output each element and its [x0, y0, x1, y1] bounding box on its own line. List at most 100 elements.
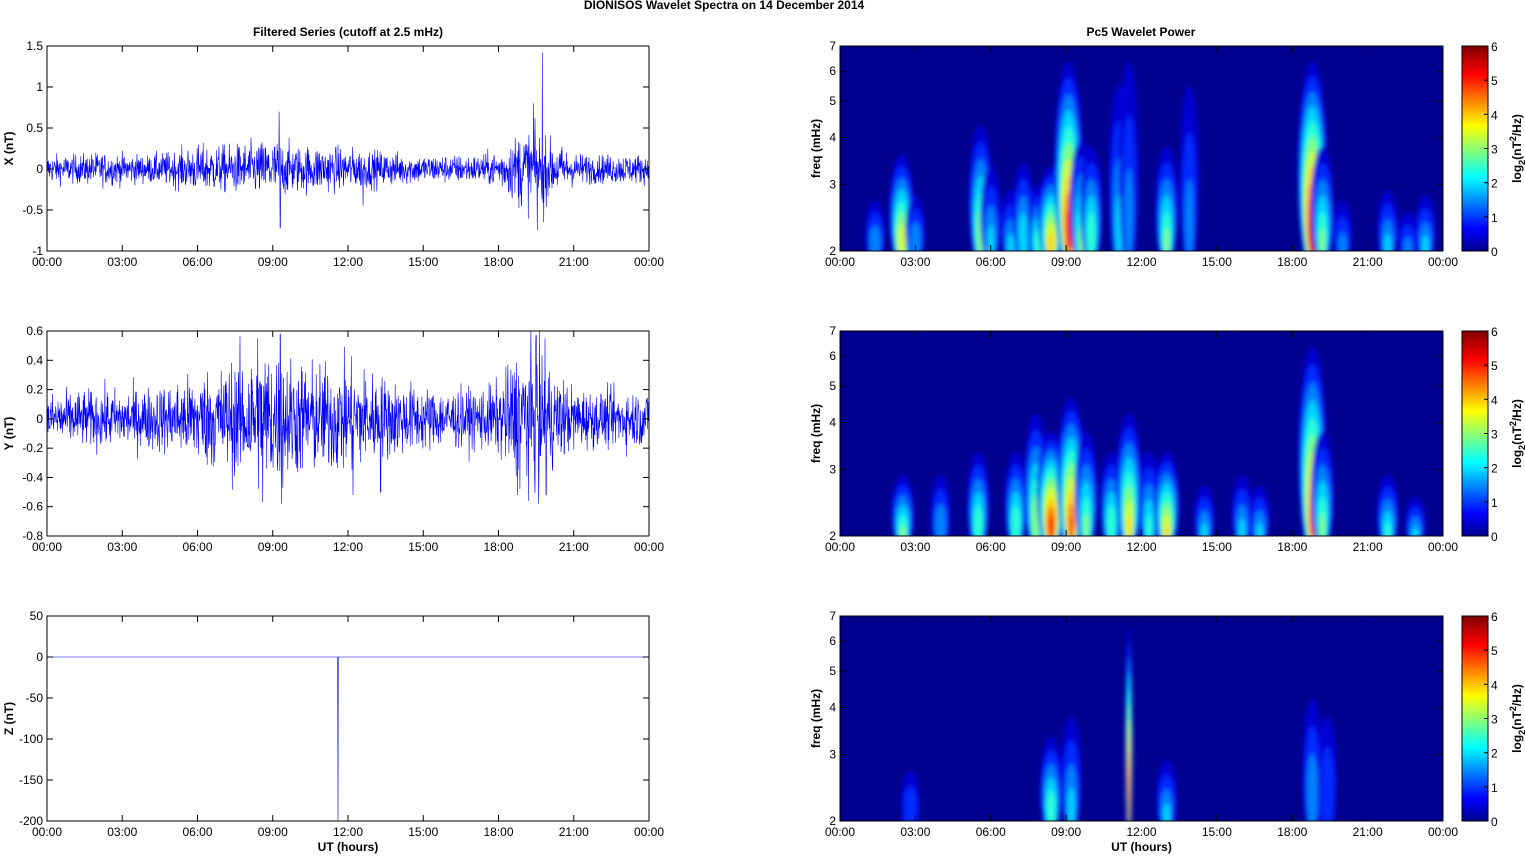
y-tick-label: 4 [829, 701, 836, 715]
heatmap-background [840, 616, 1443, 821]
x-tick-label: 09:00 [1051, 825, 1081, 839]
y-tick-label: 3 [829, 178, 836, 192]
heatmap-blob [1306, 753, 1318, 821]
colorbar-tick-label: 1 [1491, 211, 1498, 225]
x-tick-label: 00:00 [1428, 540, 1458, 554]
y-tick-label: 5 [829, 379, 836, 393]
y-tick-label: -150 [19, 773, 43, 787]
x-tick-label: 03:00 [107, 825, 137, 839]
colorbar-tick-label: 6 [1491, 325, 1498, 339]
x-wavelet-panel: 00:00 03:00 06:00 09:00 12:00 15:00 18:00 21:00… [809, 39, 1525, 269]
colorbar-tick-label: 6 [1491, 610, 1498, 624]
colorbar-tick-label: 3 [1491, 428, 1498, 442]
colorbar-tick-label: 2 [1491, 747, 1498, 761]
y-tick-label: -1 [32, 244, 43, 258]
x-tick-label: 03:00 [107, 540, 137, 554]
y-tick-label: -0.2 [22, 441, 43, 455]
y-tick-label: 1 [36, 80, 43, 94]
plot-area [47, 616, 649, 821]
y-tick-label: -0.8 [22, 529, 43, 543]
heatmap-blob [1163, 803, 1171, 821]
colorbar-tick-label: 4 [1491, 108, 1498, 122]
y-axis-label: freq (mHz) [809, 689, 823, 748]
heatmap-blob [973, 505, 983, 536]
y-tick-label: 6 [829, 64, 836, 78]
heatmap-blob [1047, 231, 1055, 251]
x-tick-label: 03:00 [900, 255, 930, 269]
x-tick-label: 21:00 [1353, 255, 1383, 269]
heatmap-blob [897, 224, 906, 251]
x-tick-label: 18:00 [1277, 255, 1307, 269]
colorbar-tick-label: 3 [1491, 143, 1498, 157]
y-tick-label: 0.6 [26, 324, 43, 338]
colorbar-label: log2(nT2/Hz) [1508, 399, 1525, 468]
heatmap-blob [1146, 515, 1153, 536]
y-tick-label: 6 [829, 634, 836, 648]
left-column-title: Filtered Series (cutoff at 2.5 mHz) [253, 25, 443, 39]
x-tick-label: 03:00 [107, 255, 137, 269]
y-tick-label: 0.2 [26, 383, 43, 397]
colorbar-tick-label: 6 [1491, 40, 1498, 54]
y-tick-label: 5 [829, 664, 836, 678]
x-tick-label: 21:00 [559, 825, 589, 839]
x-tick-label: 09:00 [258, 540, 288, 554]
y-tick-label: 0.5 [26, 121, 43, 135]
x-tick-label: 18:00 [1277, 540, 1307, 554]
y-series-panel: 00:00 03:00 06:00 09:00 12:00 15:00 18:00 21:00… [2, 324, 664, 554]
y-axis-label: X (nT) [2, 132, 16, 166]
x-tick-label: 00:00 [1428, 255, 1458, 269]
colorbar-tick-label: 5 [1491, 359, 1498, 373]
x-tick-label: 03:00 [900, 825, 930, 839]
x-tick-label: 06:00 [976, 540, 1006, 554]
y-tick-label: 2 [829, 814, 836, 828]
heatmap-blob [1163, 228, 1170, 251]
colorbar-tick-label: 1 [1491, 781, 1498, 795]
y-tick-label: -100 [19, 732, 43, 746]
x-tick-label: 00:00 [634, 540, 664, 554]
heatmap-blob [1046, 790, 1056, 821]
heatmap-blob [1411, 526, 1419, 536]
y-tick-label: 0.4 [26, 353, 43, 367]
heatmap-blob [987, 224, 995, 251]
x-tick-label: 21:00 [559, 540, 589, 554]
heatmap-blob [934, 504, 947, 536]
plot-area [47, 46, 649, 251]
y-tick-label: 5 [829, 94, 836, 108]
colorbar-tick-label: 4 [1491, 393, 1498, 407]
x-tick-label: 12:00 [333, 825, 363, 839]
colorbar-tick-label: 0 [1491, 815, 1498, 829]
heatmap-blob [1164, 523, 1169, 536]
heatmap-blob [1067, 787, 1075, 821]
x-tick-label: 06:00 [976, 825, 1006, 839]
z-wavelet-panel: 00:00 03:00 06:00 09:00 12:00 15:00 18:00 21:00… [809, 609, 1525, 854]
y-tick-label: 4 [829, 131, 836, 145]
y-tick-label: 50 [30, 609, 44, 623]
y-tick-label: 6 [829, 349, 836, 363]
y-tick-label: 7 [829, 609, 836, 623]
x-tick-label: 18:00 [483, 540, 513, 554]
y-tick-label: 2 [829, 244, 836, 258]
x-tick-label: 09:00 [258, 825, 288, 839]
x-tick-label: 21:00 [1353, 540, 1383, 554]
heatmap-blob [1083, 513, 1089, 536]
heatmap-background [840, 46, 1443, 251]
x-tick-label: 18:00 [483, 255, 513, 269]
colorbar-tick-label: 5 [1491, 74, 1498, 88]
x-tick-label: 18:00 [1277, 825, 1307, 839]
x-tick-label: 15:00 [408, 540, 438, 554]
x-tick-label: 09:00 [1051, 540, 1081, 554]
heatmap-blob [1069, 516, 1074, 536]
y-tick-label: -200 [19, 814, 43, 828]
heatmap-blob [1256, 522, 1264, 536]
heatmap-blob [1384, 522, 1391, 536]
heatmap-blob [1403, 237, 1413, 251]
x-tick-label: 18:00 [483, 825, 513, 839]
x-tick-label: 21:00 [1353, 825, 1383, 839]
heatmap-blob [1319, 228, 1326, 251]
x-tick-label: 12:00 [1126, 825, 1156, 839]
heatmap-blob [1185, 179, 1194, 251]
x-tick-label: 03:00 [900, 540, 930, 554]
y-tick-label: 0 [36, 162, 43, 176]
heatmap-blob [1319, 513, 1326, 536]
z-series-panel: 00:00 03:00 06:00 09:00 12:00 15:00 18:00 21:00… [2, 609, 664, 854]
